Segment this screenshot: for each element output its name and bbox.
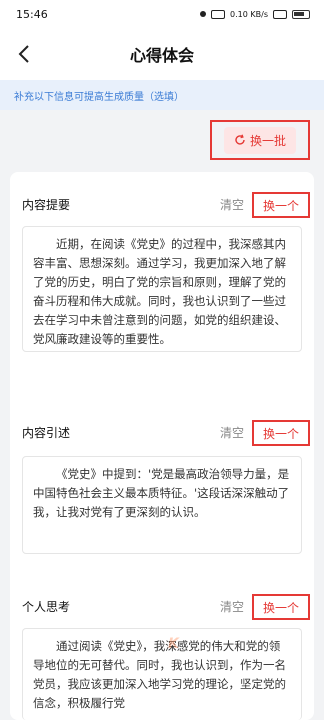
nav-bar: 心得体会 [0, 28, 324, 80]
batch-refresh-button[interactable]: 换一批 [210, 120, 310, 160]
content-card: 内容提要 清空 换一个 近期，在阅读《党史》的过程中，我深感其内容丰富、思想深刻… [10, 172, 314, 720]
textarea-thoughts[interactable]: 通过阅读《党史》，我深感党的伟大和党的领导地位的无可替代。同时，我也认识到，作为… [22, 628, 302, 720]
vibrate-icon [211, 9, 226, 19]
watermark-logo: K [168, 636, 179, 652]
refresh-icon [235, 134, 245, 145]
section-title-summary: 内容提要 [22, 198, 71, 212]
section-header-quote: 内容引述 清空 换一个 [22, 420, 314, 446]
clear-button-summary[interactable]: 清空 [220, 196, 244, 213]
page-title: 心得体会 [129, 46, 194, 65]
section-header-thoughts: 个人思考 清空 换一个 [22, 594, 314, 620]
hint-text: 补充以下信息可提高生成质量（选填） [14, 91, 184, 103]
status-icons: 0.10 KB/s [200, 9, 310, 19]
swap-button-quote[interactable]: 换一个 [252, 420, 310, 446]
swap-button-summary[interactable]: 换一个 [252, 192, 310, 218]
network-speed: 0.10 KB/s [230, 9, 268, 19]
hint-bar: 补充以下信息可提高生成质量（选填） [0, 80, 324, 110]
battery-icon [292, 9, 310, 19]
signal-icon [273, 9, 287, 19]
back-button[interactable] [10, 40, 38, 68]
section-header-summary: 内容提要 清空 换一个 [22, 192, 314, 218]
chevron-left-icon [18, 45, 29, 63]
status-time: 15:46 [16, 7, 48, 21]
textarea-quote[interactable]: 《党史》中提到：'党是最高政治领导力量，是中国特色社会主义最本质特征。'这段话深… [22, 456, 302, 554]
notification-icon [200, 11, 207, 17]
batch-row: 换一批 [0, 110, 324, 170]
batch-refresh-inner: 换一批 [223, 126, 296, 154]
clear-button-quote[interactable]: 清空 [220, 424, 244, 441]
status-bar: 15:46 0.10 KB/s [0, 0, 324, 28]
textarea-summary[interactable]: 近期，在阅读《党史》的过程中，我深感其内容丰富、思想深刻。通过学习，我更加深入地… [22, 226, 302, 352]
clear-button-thoughts[interactable]: 清空 [220, 598, 244, 615]
batch-label: 换一批 [249, 133, 286, 148]
swap-button-thoughts[interactable]: 换一个 [252, 594, 310, 620]
section-title-thoughts: 个人思考 [22, 600, 71, 614]
section-title-quote: 内容引述 [22, 426, 71, 440]
